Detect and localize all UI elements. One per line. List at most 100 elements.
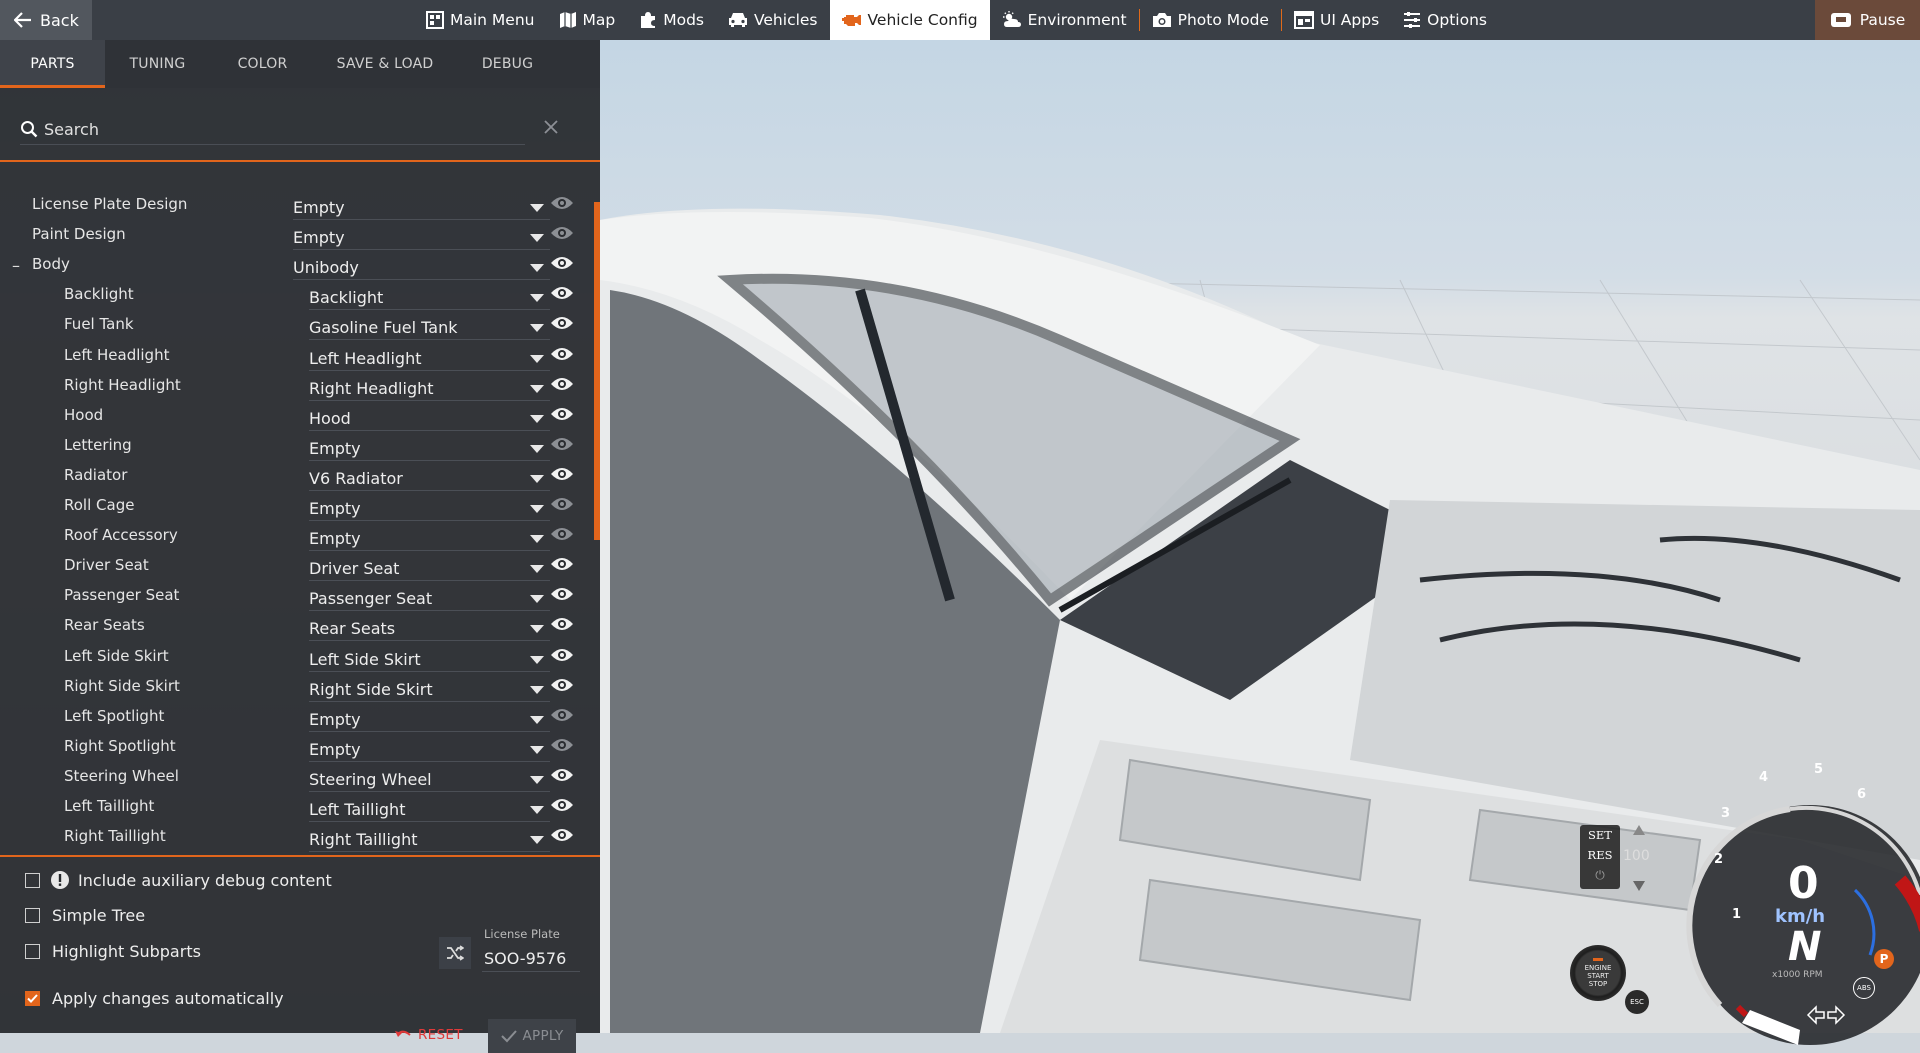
chevron-down-icon: [530, 685, 544, 694]
visibility-eye-icon[interactable]: [550, 827, 574, 843]
nav-environment[interactable]: Environment: [990, 0, 1139, 40]
nav-vehicles[interactable]: Vehicles: [716, 0, 830, 40]
nav-mods[interactable]: Mods: [627, 0, 716, 40]
visibility-eye-icon[interactable]: [550, 406, 574, 422]
part-name: Right Side Skirt: [64, 676, 180, 695]
highlight-subparts-box[interactable]: [25, 944, 40, 959]
visibility-eye-icon[interactable]: [550, 586, 574, 602]
visibility-eye-icon[interactable]: [550, 315, 574, 331]
apply-button[interactable]: APPLY: [488, 1019, 576, 1053]
part-select[interactable]: Empty: [309, 704, 550, 732]
chevron-down-icon: [530, 294, 544, 303]
part-select[interactable]: Empty: [309, 523, 550, 552]
part-select[interactable]: Empty: [293, 222, 550, 251]
tab-tuning[interactable]: TUNING: [105, 40, 210, 88]
apply-auto-box[interactable]: [25, 991, 40, 1006]
visibility-eye-icon[interactable]: [550, 526, 574, 542]
back-button[interactable]: Back: [0, 0, 92, 40]
pause-button[interactable]: Pause: [1815, 0, 1920, 40]
nav-photo-mode[interactable]: Photo Mode: [1140, 0, 1281, 40]
part-value: Gasoline Fuel Tank: [309, 318, 458, 338]
randomize-plate-button[interactable]: [439, 937, 471, 969]
part-select[interactable]: Right Side Skirt: [309, 674, 550, 702]
visibility-eye-icon[interactable]: [550, 737, 574, 753]
part-name: Right Headlight: [64, 375, 181, 394]
part-select[interactable]: Right Taillight: [309, 824, 550, 853]
part-row: Roll Cage Empty: [0, 491, 590, 521]
part-select[interactable]: Rear Seats: [309, 613, 550, 642]
visibility-eye-icon[interactable]: [550, 616, 574, 632]
nav-options[interactable]: Options: [1391, 0, 1499, 40]
part-row: Paint Design Empty: [0, 220, 590, 251]
visibility-eye-icon[interactable]: [550, 677, 574, 693]
chevron-down-icon: [530, 625, 544, 634]
nav-ui-apps[interactable]: UI Apps: [1282, 0, 1391, 40]
part-row: Left Taillight Left Taillight: [0, 792, 590, 822]
part-row: Rear Seats Rear Seats: [0, 611, 590, 642]
chevron-down-icon: [530, 384, 544, 393]
nav-mods-label: Mods: [663, 11, 704, 29]
part-select[interactable]: Empty: [309, 734, 550, 762]
tab-parts[interactable]: PARTS: [0, 40, 105, 88]
part-select[interactable]: Unibody: [293, 252, 550, 281]
chevron-down-icon: [530, 505, 544, 513]
visibility-eye-icon[interactable]: [550, 436, 574, 452]
part-select[interactable]: Right Headlight: [309, 373, 550, 401]
part-select[interactable]: Empty: [309, 433, 550, 461]
highlight-subparts-checkbox[interactable]: Highlight Subparts: [25, 942, 201, 961]
part-row: Roof Accessory Empty: [0, 521, 590, 552]
visibility-eye-icon[interactable]: [550, 767, 574, 783]
visibility-eye-icon[interactable]: [550, 346, 574, 362]
visibility-eye-icon[interactable]: [550, 797, 574, 813]
shuffle-icon: [447, 945, 464, 961]
clear-search-icon[interactable]: [540, 116, 562, 138]
reset-button[interactable]: RESET: [394, 1020, 463, 1050]
visibility-eye-icon[interactable]: [550, 225, 574, 241]
part-select[interactable]: Gasoline Fuel Tank: [309, 312, 550, 341]
chevron-down-icon: [530, 264, 544, 273]
visibility-eye-icon[interactable]: [550, 466, 574, 482]
tab-color[interactable]: COLOR: [210, 40, 315, 88]
part-name: Left Headlight: [64, 345, 170, 364]
aux-debug-box[interactable]: [25, 872, 40, 888]
tab-debug[interactable]: DEBUG: [455, 40, 560, 88]
part-select[interactable]: Empty: [309, 493, 550, 521]
search-input[interactable]: [44, 119, 504, 139]
visibility-eye-icon[interactable]: [550, 255, 574, 271]
visibility-eye-icon[interactable]: [550, 195, 574, 211]
license-plate-input[interactable]: [482, 943, 582, 968]
part-select[interactable]: Left Side Skirt: [309, 644, 550, 672]
part-select[interactable]: Steering Wheel: [309, 764, 550, 792]
aux-debug-checkbox[interactable]: Include auxiliary debug content: [25, 870, 332, 890]
part-select[interactable]: V6 Radiator: [309, 463, 550, 491]
simple-tree-box[interactable]: [25, 908, 40, 923]
license-plate-label: License Plate: [484, 927, 560, 941]
visibility-eye-icon[interactable]: [550, 285, 574, 301]
part-select[interactable]: Driver Seat: [309, 553, 550, 582]
part-select[interactable]: Empty: [293, 192, 550, 220]
tab-save-load[interactable]: SAVE & LOAD: [315, 40, 455, 88]
visibility-eye-icon[interactable]: [550, 496, 574, 512]
part-name: License Plate Design: [32, 195, 188, 213]
collapse-toggle[interactable]: –: [12, 256, 26, 275]
visibility-eye-icon[interactable]: [550, 376, 574, 392]
visibility-eye-icon[interactable]: [550, 647, 574, 663]
nav-vehicle-config[interactable]: Vehicle Config: [829, 0, 990, 40]
nav-map[interactable]: Map: [547, 0, 628, 40]
apply-auto-checkbox[interactable]: Apply changes automatically: [25, 989, 284, 1008]
part-select[interactable]: Passenger Seat: [309, 583, 550, 612]
part-select[interactable]: Backlight: [309, 282, 550, 311]
part-select[interactable]: Hood: [309, 403, 550, 431]
visibility-eye-icon[interactable]: [550, 556, 574, 572]
tree-scrollbar[interactable]: [594, 202, 600, 540]
part-select[interactable]: Left Headlight: [309, 343, 550, 371]
nav-main-menu[interactable]: Main Menu: [414, 0, 547, 40]
visibility-eye-icon[interactable]: [550, 707, 574, 723]
part-row: License Plate Design Empty: [0, 190, 590, 220]
simple-tree-checkbox[interactable]: Simple Tree: [25, 906, 145, 925]
part-value: Empty: [309, 438, 361, 458]
part-name: Roof Accessory: [64, 526, 178, 545]
part-value: Rear Seats: [309, 619, 396, 639]
part-select[interactable]: Left Taillight: [309, 794, 550, 822]
part-row: Radiator V6 Radiator: [0, 461, 590, 491]
